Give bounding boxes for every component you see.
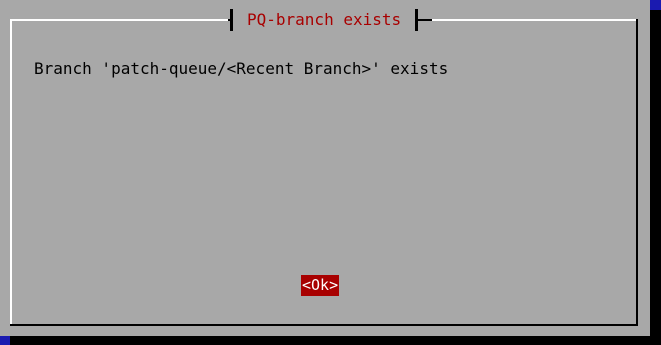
dialog-title: PQ-branch exists: [247, 10, 402, 29]
dialog-shadow-bottom: [10, 336, 661, 345]
title-left-bracket: [228, 9, 233, 31]
ok-button[interactable]: <Ok>: [301, 275, 340, 296]
frame-border-left: [10, 19, 12, 326]
title-right-bracket: [415, 9, 433, 31]
terminal-screen: PQ-branch exists Branch 'patch-queue/<Re…: [0, 0, 661, 345]
frame-border-bottom: [10, 324, 638, 326]
dialog-message: Branch 'patch-queue/<Recent Branch>' exi…: [34, 59, 449, 78]
dialog-title-bar: PQ-branch exists: [228, 8, 433, 32]
frame-border-right: [636, 19, 638, 326]
dialog-shadow-right: [650, 10, 661, 345]
dialog-box: PQ-branch exists Branch 'patch-queue/<Re…: [0, 0, 650, 336]
